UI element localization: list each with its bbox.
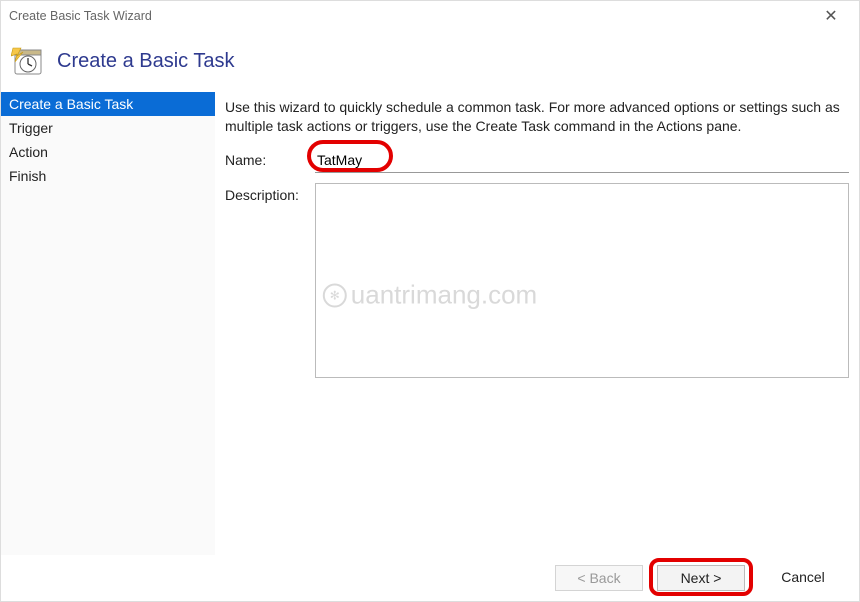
intro-text: Use this wizard to quickly schedule a co… [225,98,849,136]
cancel-button[interactable]: Cancel [759,565,847,591]
wizard-title: Create a Basic Task [57,50,235,73]
step-create-basic-task[interactable]: Create a Basic Task [1,92,215,116]
wizard-window: Create Basic Task Wizard ✕ Create a Basi… [0,0,860,602]
name-label: Name: [225,148,315,168]
name-row: Name: [225,148,849,173]
titlebar: Create Basic Task Wizard ✕ [1,1,859,31]
wizard-footer: < Back Next > Cancel [1,555,859,601]
wizard-content: Use this wizard to quickly schedule a co… [215,92,859,555]
step-action[interactable]: Action [1,140,215,164]
window-title: Create Basic Task Wizard [9,9,152,23]
wizard-steps-sidebar: Create a Basic Task Trigger Action Finis… [1,92,215,555]
description-label: Description: [225,183,315,203]
wizard-header: Create a Basic Task [1,31,859,91]
step-trigger[interactable]: Trigger [1,116,215,140]
task-scheduler-icon [11,44,45,78]
next-button[interactable]: Next > [657,565,745,591]
description-row: Description: [225,183,849,381]
wizard-body: Create a Basic Task Trigger Action Finis… [1,91,859,555]
task-name-input[interactable] [315,148,849,173]
task-description-input[interactable] [315,183,849,378]
back-button: < Back [555,565,643,591]
step-finish[interactable]: Finish [1,164,215,188]
close-icon[interactable]: ✕ [811,6,851,26]
